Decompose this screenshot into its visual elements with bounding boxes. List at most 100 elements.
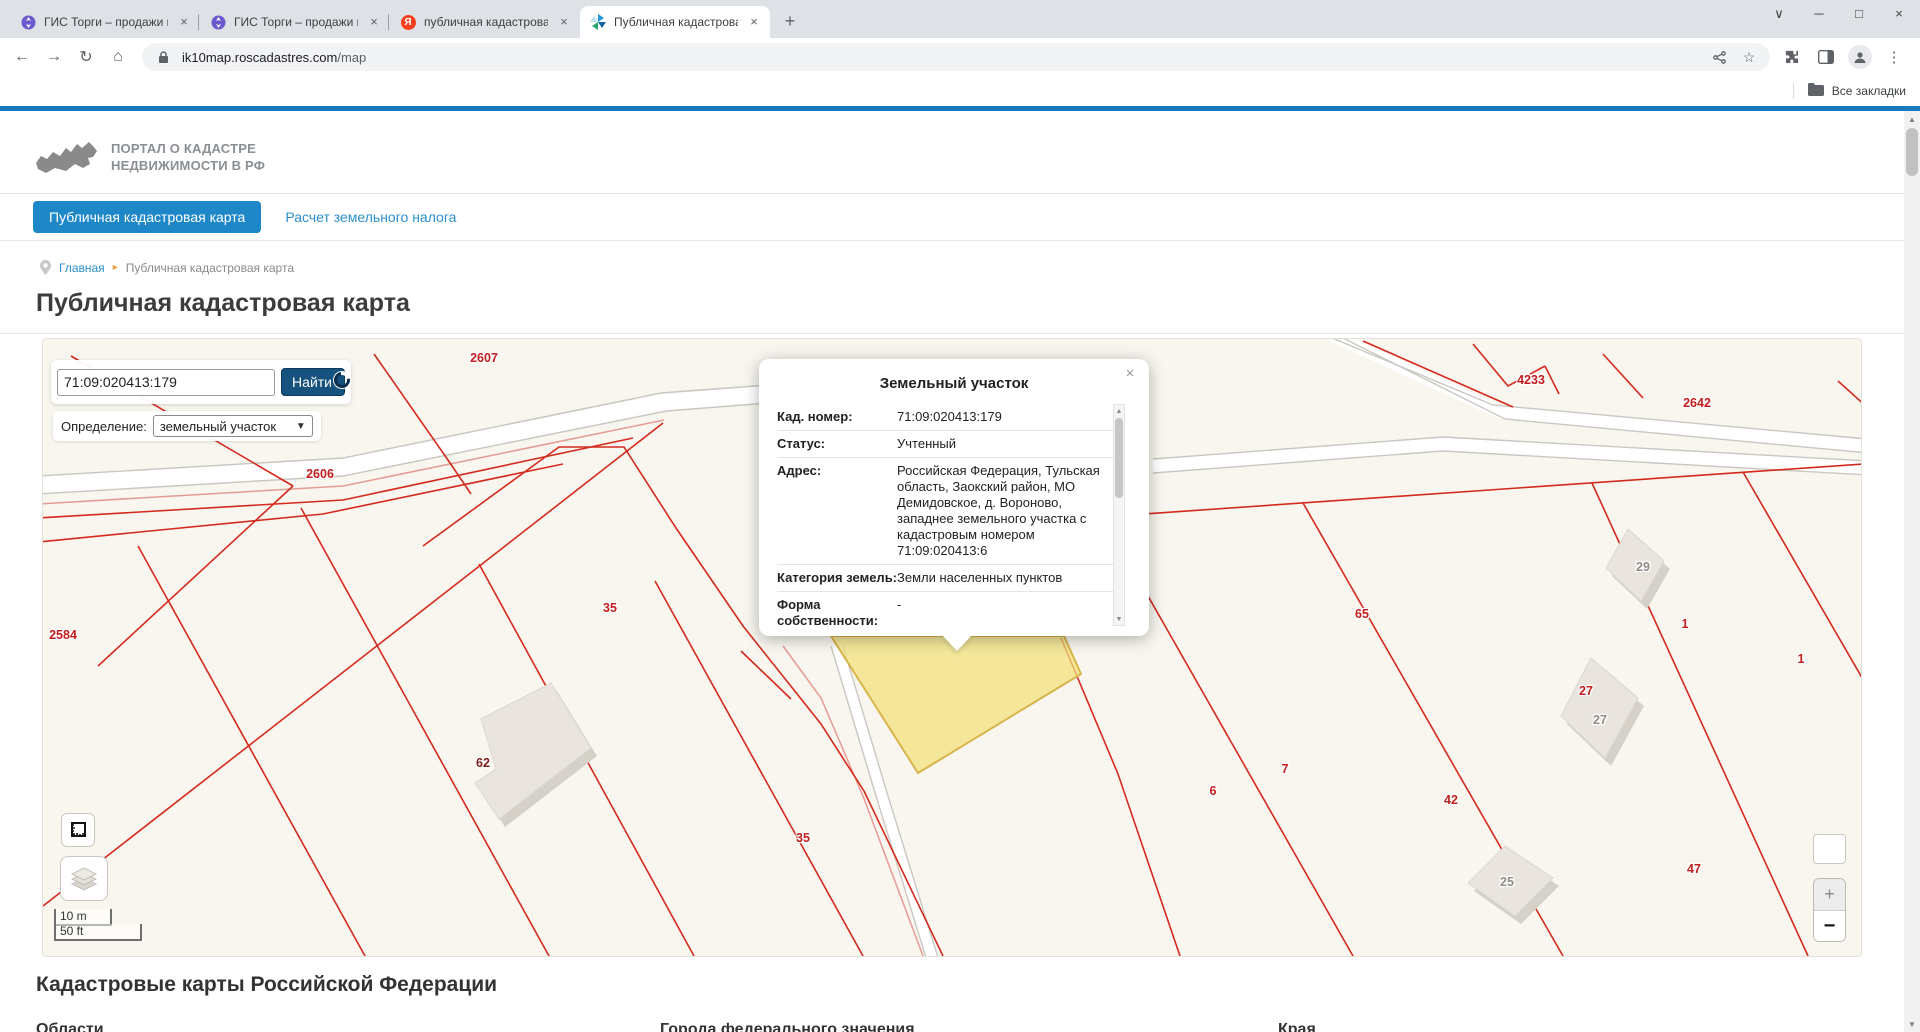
find-button[interactable]: Найти — [281, 368, 354, 396]
scroll-up-icon[interactable]: ▲ — [1904, 111, 1920, 127]
nav-link-land-tax[interactable]: Расчет земельного налога — [285, 209, 456, 225]
lock-icon[interactable] — [152, 46, 174, 68]
url-host: ik10map.roscadastres.com — [182, 49, 338, 65]
tab-title: Публичная кадастровая ка — [614, 15, 738, 29]
nav-tab-public-map[interactable]: Публичная кадастровая карта — [33, 201, 262, 233]
pkk-favicon — [590, 14, 606, 30]
parcel-label: 62 — [476, 756, 490, 770]
breadcrumb-home-link[interactable]: Главная — [59, 261, 105, 275]
parcel-label: 42 — [1444, 793, 1458, 807]
tab-close-icon[interactable]: × — [366, 14, 382, 30]
fullscreen-button[interactable] — [1813, 834, 1846, 864]
layers-button[interactable] — [60, 856, 108, 901]
footer-col-regions[interactable]: Области — [36, 1021, 104, 1032]
tab-close-icon[interactable]: × — [746, 14, 762, 30]
popup-scroll-thumb[interactable] — [1115, 418, 1123, 498]
parcel-label: 27 — [1579, 684, 1593, 698]
parcel-label: 29 — [1636, 560, 1650, 574]
footer-col-krais[interactable]: Края — [1278, 1021, 1316, 1032]
bookmark-star-icon[interactable]: ☆ — [1738, 46, 1760, 68]
window-close-button[interactable]: × — [1886, 6, 1912, 22]
tab-title: публичная кадастровая ка — [424, 15, 548, 29]
russia-map-logo-icon — [36, 142, 97, 173]
tab-strip: ГИС Торги – продажи госуд × ГИС Торги – … — [0, 0, 1920, 38]
parcel-label: 47 — [1687, 862, 1701, 876]
zoom-control: + − — [1813, 878, 1846, 942]
folder-icon — [1807, 83, 1824, 99]
parcel-label: 35 — [603, 601, 617, 615]
browser-menu-icon[interactable]: ⋮ — [1882, 45, 1906, 69]
tab-gis-torgi-2[interactable]: ГИС Торги – продажи госуд × — [198, 6, 390, 38]
cadastral-map[interactable]: 2607 4233 2642 2606 2584 35 65 29 1 1 27 27 62 6 7 42 35… — [42, 338, 1862, 957]
parcel-label: 25 — [1500, 875, 1514, 889]
tab-yandex-search[interactable]: Я публичная кадастровая ка × — [388, 6, 580, 38]
popup-attribute-row: Форма собственности: - — [777, 592, 1113, 626]
scrollbar-thumb[interactable] — [1906, 128, 1918, 176]
parcel-label: 6 — [1209, 784, 1217, 798]
back-button[interactable]: ← — [8, 43, 36, 71]
popup-scroll-down-icon[interactable]: ▼ — [1114, 613, 1124, 625]
ruler-icon — [71, 822, 86, 837]
gis-torgi-favicon — [20, 14, 36, 30]
all-bookmarks-label[interactable]: Все закладки — [1832, 84, 1906, 98]
breadcrumb-current: Публичная кадастровая карта — [125, 260, 294, 275]
parcel-label: 35 — [796, 831, 810, 845]
popup-tail — [942, 635, 972, 651]
breadcrumb: Главная ▸ Публичная кадастровая карта — [40, 260, 294, 275]
window-maximize-button[interactable]: □ — [1846, 6, 1872, 22]
footer-heading: Кадастровые карты Российской Федерации — [36, 973, 498, 996]
site-logo: ПОРТАЛ О КАДАСТРЕ НЕДВИЖИМОСТИ В РФ — [33, 135, 265, 179]
window-minimize-button[interactable]: ─ — [1806, 6, 1832, 22]
profile-avatar[interactable] — [1848, 45, 1872, 69]
popup-attribute-row: Кад. номер: 71:09:020413:179 — [777, 404, 1113, 431]
footer-col-federal-cities[interactable]: Города федерального значения — [660, 1021, 915, 1032]
logo-line1: ПОРТАЛ О КАДАСТРЕ — [111, 141, 256, 156]
parcel-info-popup: × Земельный участок Кад. номер: 71:09:020… — [759, 359, 1149, 651]
share-icon[interactable] — [1708, 46, 1730, 68]
new-tab-button[interactable]: + — [776, 7, 804, 35]
tab-close-icon[interactable]: × — [556, 14, 572, 30]
parcel-label: 4233 — [1517, 373, 1545, 387]
tab-pkk-active[interactable]: Публичная кадастровая ка × — [580, 6, 770, 38]
gis-torgi-favicon — [210, 14, 226, 30]
scroll-down-icon[interactable]: ▼ — [1904, 1016, 1920, 1032]
parcel-label: 7 — [1281, 762, 1289, 776]
extensions-puzzle-icon[interactable] — [1780, 45, 1804, 69]
url-path: /map — [337, 49, 367, 65]
home-button[interactable]: ⌂ — [104, 43, 132, 71]
loading-spinner-icon — [330, 368, 354, 392]
popup-attribute-row: Категория земель: Земли населенных пункто… — [777, 565, 1113, 592]
parcel-label: 2584 — [49, 628, 77, 642]
cadastral-search-input[interactable] — [57, 368, 276, 396]
parcel-label: 2606 — [306, 467, 334, 481]
tab-gis-torgi-1[interactable]: ГИС Торги – продажи госуд × — [10, 6, 200, 38]
zoom-out-button[interactable]: − — [1814, 911, 1845, 941]
popup-attribute-row: Адрес: Российская Федерация, Тульская обл… — [777, 458, 1113, 565]
logo-line2: НЕДВИЖИМОСТИ В РФ — [111, 158, 266, 173]
map-pin-icon — [40, 260, 51, 275]
definition-panel: Определение: земельный участок ▼ — [53, 411, 321, 441]
definition-select[interactable]: земельный участок ▼ — [152, 415, 313, 437]
page-scrollbar[interactable]: ▲ ▼ — [1904, 111, 1920, 1032]
parcel-label: 1 — [1797, 652, 1805, 666]
popup-close-icon[interactable]: × — [1121, 365, 1139, 383]
popup-scroll-up-icon[interactable]: ▲ — [1114, 405, 1124, 417]
popup-scrollbar[interactable]: ▲ ▼ — [1113, 404, 1125, 626]
tab-search-chevron-icon[interactable]: ∨ — [1766, 6, 1792, 22]
measure-tool-button[interactable] — [61, 813, 95, 847]
zoom-in-button[interactable]: + — [1814, 879, 1845, 911]
forward-button[interactable]: → — [40, 43, 68, 71]
definition-label: Определение: — [61, 418, 147, 434]
reload-button[interactable]: ↻ — [72, 43, 100, 71]
tab-close-icon[interactable]: × — [176, 14, 192, 30]
bookmarks-bar: Все закладки — [0, 76, 1920, 106]
breadcrumb-arrow-icon: ▸ — [112, 262, 118, 273]
address-bar[interactable]: ik10map.roscadastres.com/map ☆ — [142, 43, 1770, 71]
map-scale: 10 m 50 ft — [54, 909, 142, 941]
parcel-label: 65 — [1355, 607, 1369, 621]
popup-title: Земельный участок — [879, 375, 1029, 392]
chevron-down-icon: ▼ — [295, 420, 306, 432]
browser-toolbar: ← → ↻ ⌂ ik10map.roscadastres.com/map ☆ ⋮ — [0, 38, 1920, 76]
side-panel-icon[interactable] — [1814, 45, 1838, 69]
layers-icon — [70, 866, 98, 891]
